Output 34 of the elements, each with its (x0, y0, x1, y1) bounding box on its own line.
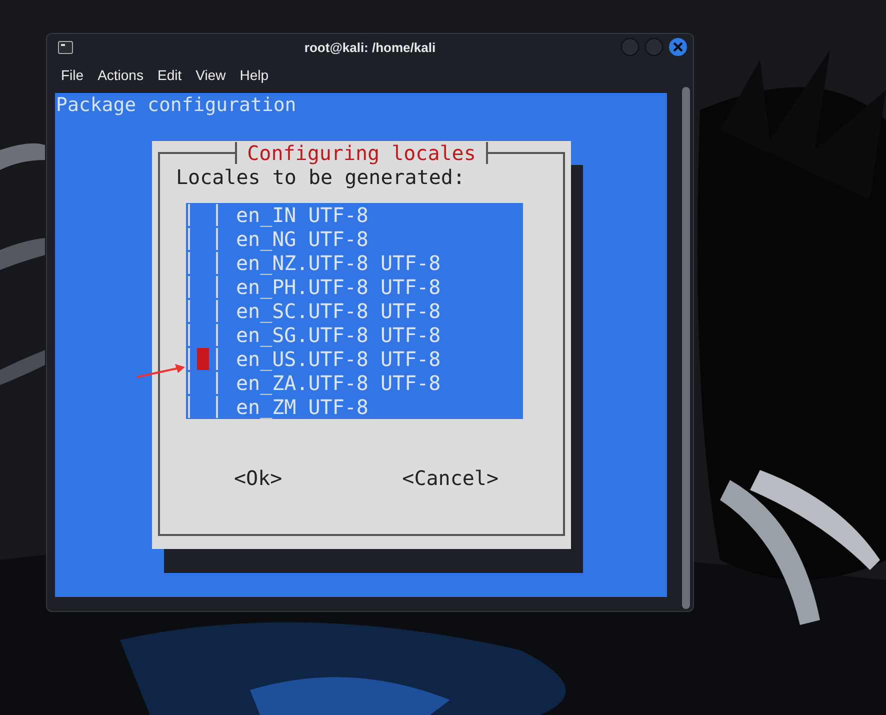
locale-label[interactable]: en_IN UTF-8 (236, 203, 368, 227)
checkbox[interactable] (188, 372, 218, 394)
locale-label[interactable]: en_US.UTF-8 UTF-8 (236, 347, 441, 371)
locale-label[interactable]: en_ZM UTF-8 (236, 395, 368, 419)
locale-label[interactable]: en_ZA.UTF-8 UTF-8 (236, 371, 441, 395)
checkbox[interactable] (188, 396, 218, 418)
dialog-title: Configuring locales (235, 142, 488, 164)
close-icon (673, 42, 683, 52)
close-button[interactable] (669, 38, 687, 56)
dialog-button[interactable]: <Cancel> (402, 466, 498, 490)
menu-item[interactable]: Actions (92, 64, 148, 86)
checkbox[interactable] (188, 300, 218, 322)
menu-item[interactable]: Edit (152, 64, 187, 86)
menu-item[interactable]: View (190, 64, 231, 86)
checkbox[interactable] (188, 204, 218, 226)
checkbox[interactable] (188, 252, 218, 274)
locale-label[interactable]: en_PH.UTF-8 UTF-8 (236, 275, 441, 299)
dialog-button[interactable]: <Ok> (234, 466, 282, 490)
checkbox[interactable] (188, 276, 218, 298)
annotation-arrow (135, 362, 187, 380)
scrollbar[interactable] (682, 87, 690, 609)
menu-item[interactable]: Help (234, 64, 274, 86)
locale-label[interactable]: en_SG.UTF-8 UTF-8 (236, 323, 441, 347)
checkbox[interactable] (188, 228, 218, 250)
menu-item[interactable]: File (56, 64, 89, 86)
window-title: root@kali: /home/kali (304, 38, 436, 57)
dialog-prompt: Locales to be generated: (176, 165, 465, 189)
locale-label[interactable]: en_NG UTF-8 (236, 227, 368, 251)
screen-header: Package configuration (55, 93, 296, 117)
locale-label[interactable]: en_NZ.UTF-8 UTF-8 (236, 251, 441, 275)
locale-label[interactable]: en_SC.UTF-8 UTF-8 (236, 299, 441, 323)
checkbox[interactable] (188, 348, 218, 370)
terminal-icon (58, 41, 73, 54)
checkbox[interactable] (188, 324, 218, 346)
